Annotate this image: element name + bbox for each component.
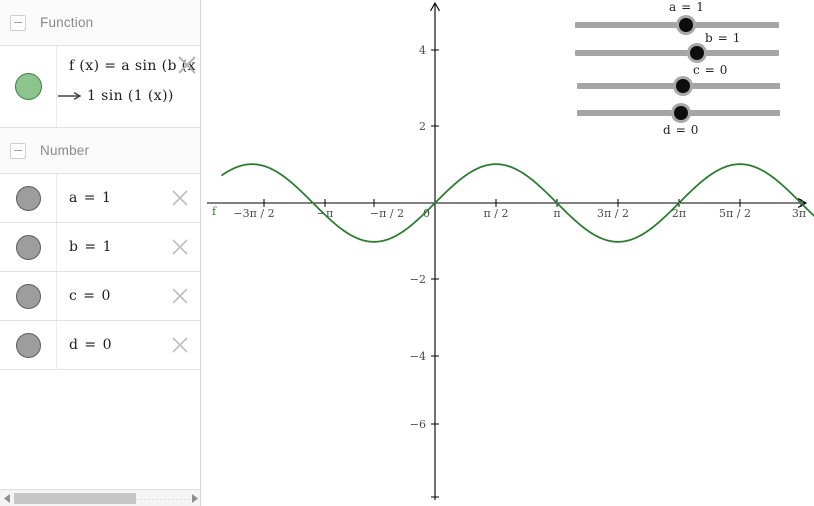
slider-label-a: a = 1 [669,0,705,14]
triangle-left-icon[interactable] [0,490,14,506]
number-label-c: c = 0 [69,288,112,304]
y-tick-label: −4 [410,350,426,363]
x-tick-label: 5π / 2 [719,207,751,220]
delete-button-d[interactable] [160,321,200,369]
function-output-value: 1 sin (1 (x)) [87,88,174,104]
graphics-view[interactable]: −3π / 2 −π −π / 2 0 π / 2 π 3π / 2 2π 5π… [202,0,814,506]
number-value-cell-a[interactable]: a = 1 [57,174,160,222]
y-tick-label: 4 [419,44,426,57]
function-group-title: Function [40,15,94,30]
slider-knob-c[interactable] [673,76,693,96]
number-label-b: b = 1 [69,239,113,255]
geogebra-window: Function f (x) = a sin (b (x − c)) 1 sin… [0,0,814,506]
close-x-icon[interactable] [170,286,190,306]
y-tick-label: 2 [419,120,426,133]
x-tick-label: 3π [792,207,806,220]
x-tick-label: −π / 2 [370,207,404,220]
scrollbar-thumb[interactable] [14,493,136,504]
number-value-cell-c[interactable]: c = 0 [57,272,160,320]
minus-box-icon[interactable] [10,142,26,159]
number-visibility-toggle-b[interactable] [0,223,57,271]
function-expression-cell[interactable]: f (x) = a sin (b (x − c)) 1 sin (1 (x)) [57,46,200,127]
delete-button-c[interactable] [160,272,200,320]
close-x-icon[interactable] [176,54,198,76]
y-tick-label: −2 [410,273,426,286]
number-label-d: d = 0 [69,337,113,353]
number-visibility-toggle-c[interactable] [0,272,57,320]
slider-track-b[interactable] [575,50,779,56]
y-axis-tick-labels: 4 2 −2 −4 −6 [410,44,426,431]
x-tick-label: π [553,207,560,220]
number-visibility-toggle-a[interactable] [0,174,57,222]
delete-button-b[interactable] [160,223,200,271]
y-axis [430,1,440,500]
slider-knob-a[interactable] [676,15,696,35]
close-x-icon[interactable] [170,188,190,208]
y-tick-label: −6 [410,418,426,431]
number-value-cell-b[interactable]: b = 1 [57,223,160,271]
list-item[interactable]: a = 1 [0,174,200,223]
horizontal-scrollbar[interactable] [0,489,200,506]
x-tick-label: −3π / 2 [233,207,274,220]
green-filled-circle[interactable] [14,73,42,100]
x-tick-label: 3π / 2 [597,207,629,220]
function-visibility-toggle[interactable] [0,46,57,127]
function-row[interactable]: f (x) = a sin (b (x − c)) 1 sin (1 (x)) [0,46,200,128]
number-visibility-toggle-d[interactable] [0,321,57,369]
slider-label-b: b = 1 [705,31,741,45]
function-group-header[interactable]: Function [0,0,200,46]
number-group-header[interactable]: Number [0,128,200,174]
slider-label-d: d = 0 [663,123,699,137]
number-value-cell-d[interactable]: d = 0 [57,321,160,369]
slider-knob-b[interactable] [687,43,707,63]
number-group-title: Number [40,143,90,158]
algebra-panel: Function f (x) = a sin (b (x − c)) 1 sin… [0,0,201,506]
close-x-icon[interactable] [170,335,190,355]
number-label-a: a = 1 [69,190,112,206]
gray-filled-circle[interactable] [15,332,41,358]
x-tick-label: π / 2 [484,207,509,220]
delete-button-a[interactable] [160,174,200,222]
minus-box-icon[interactable] [10,14,26,31]
slider-knob-d[interactable] [671,103,691,123]
curve-label: f [212,205,217,218]
slider-label-c: c = 0 [693,63,729,77]
triangle-right-icon[interactable] [187,490,200,506]
right-arrow-icon [58,91,82,101]
gray-filled-circle[interactable] [15,185,41,211]
gray-filled-circle[interactable] [15,283,41,309]
close-x-icon[interactable] [170,237,190,257]
function-output-row: 1 sin (1 (x)) [58,88,200,104]
list-item[interactable]: d = 0 [0,321,200,370]
list-item[interactable]: c = 0 [0,272,200,321]
gray-filled-circle[interactable] [15,234,41,260]
list-item[interactable]: b = 1 [0,223,200,272]
